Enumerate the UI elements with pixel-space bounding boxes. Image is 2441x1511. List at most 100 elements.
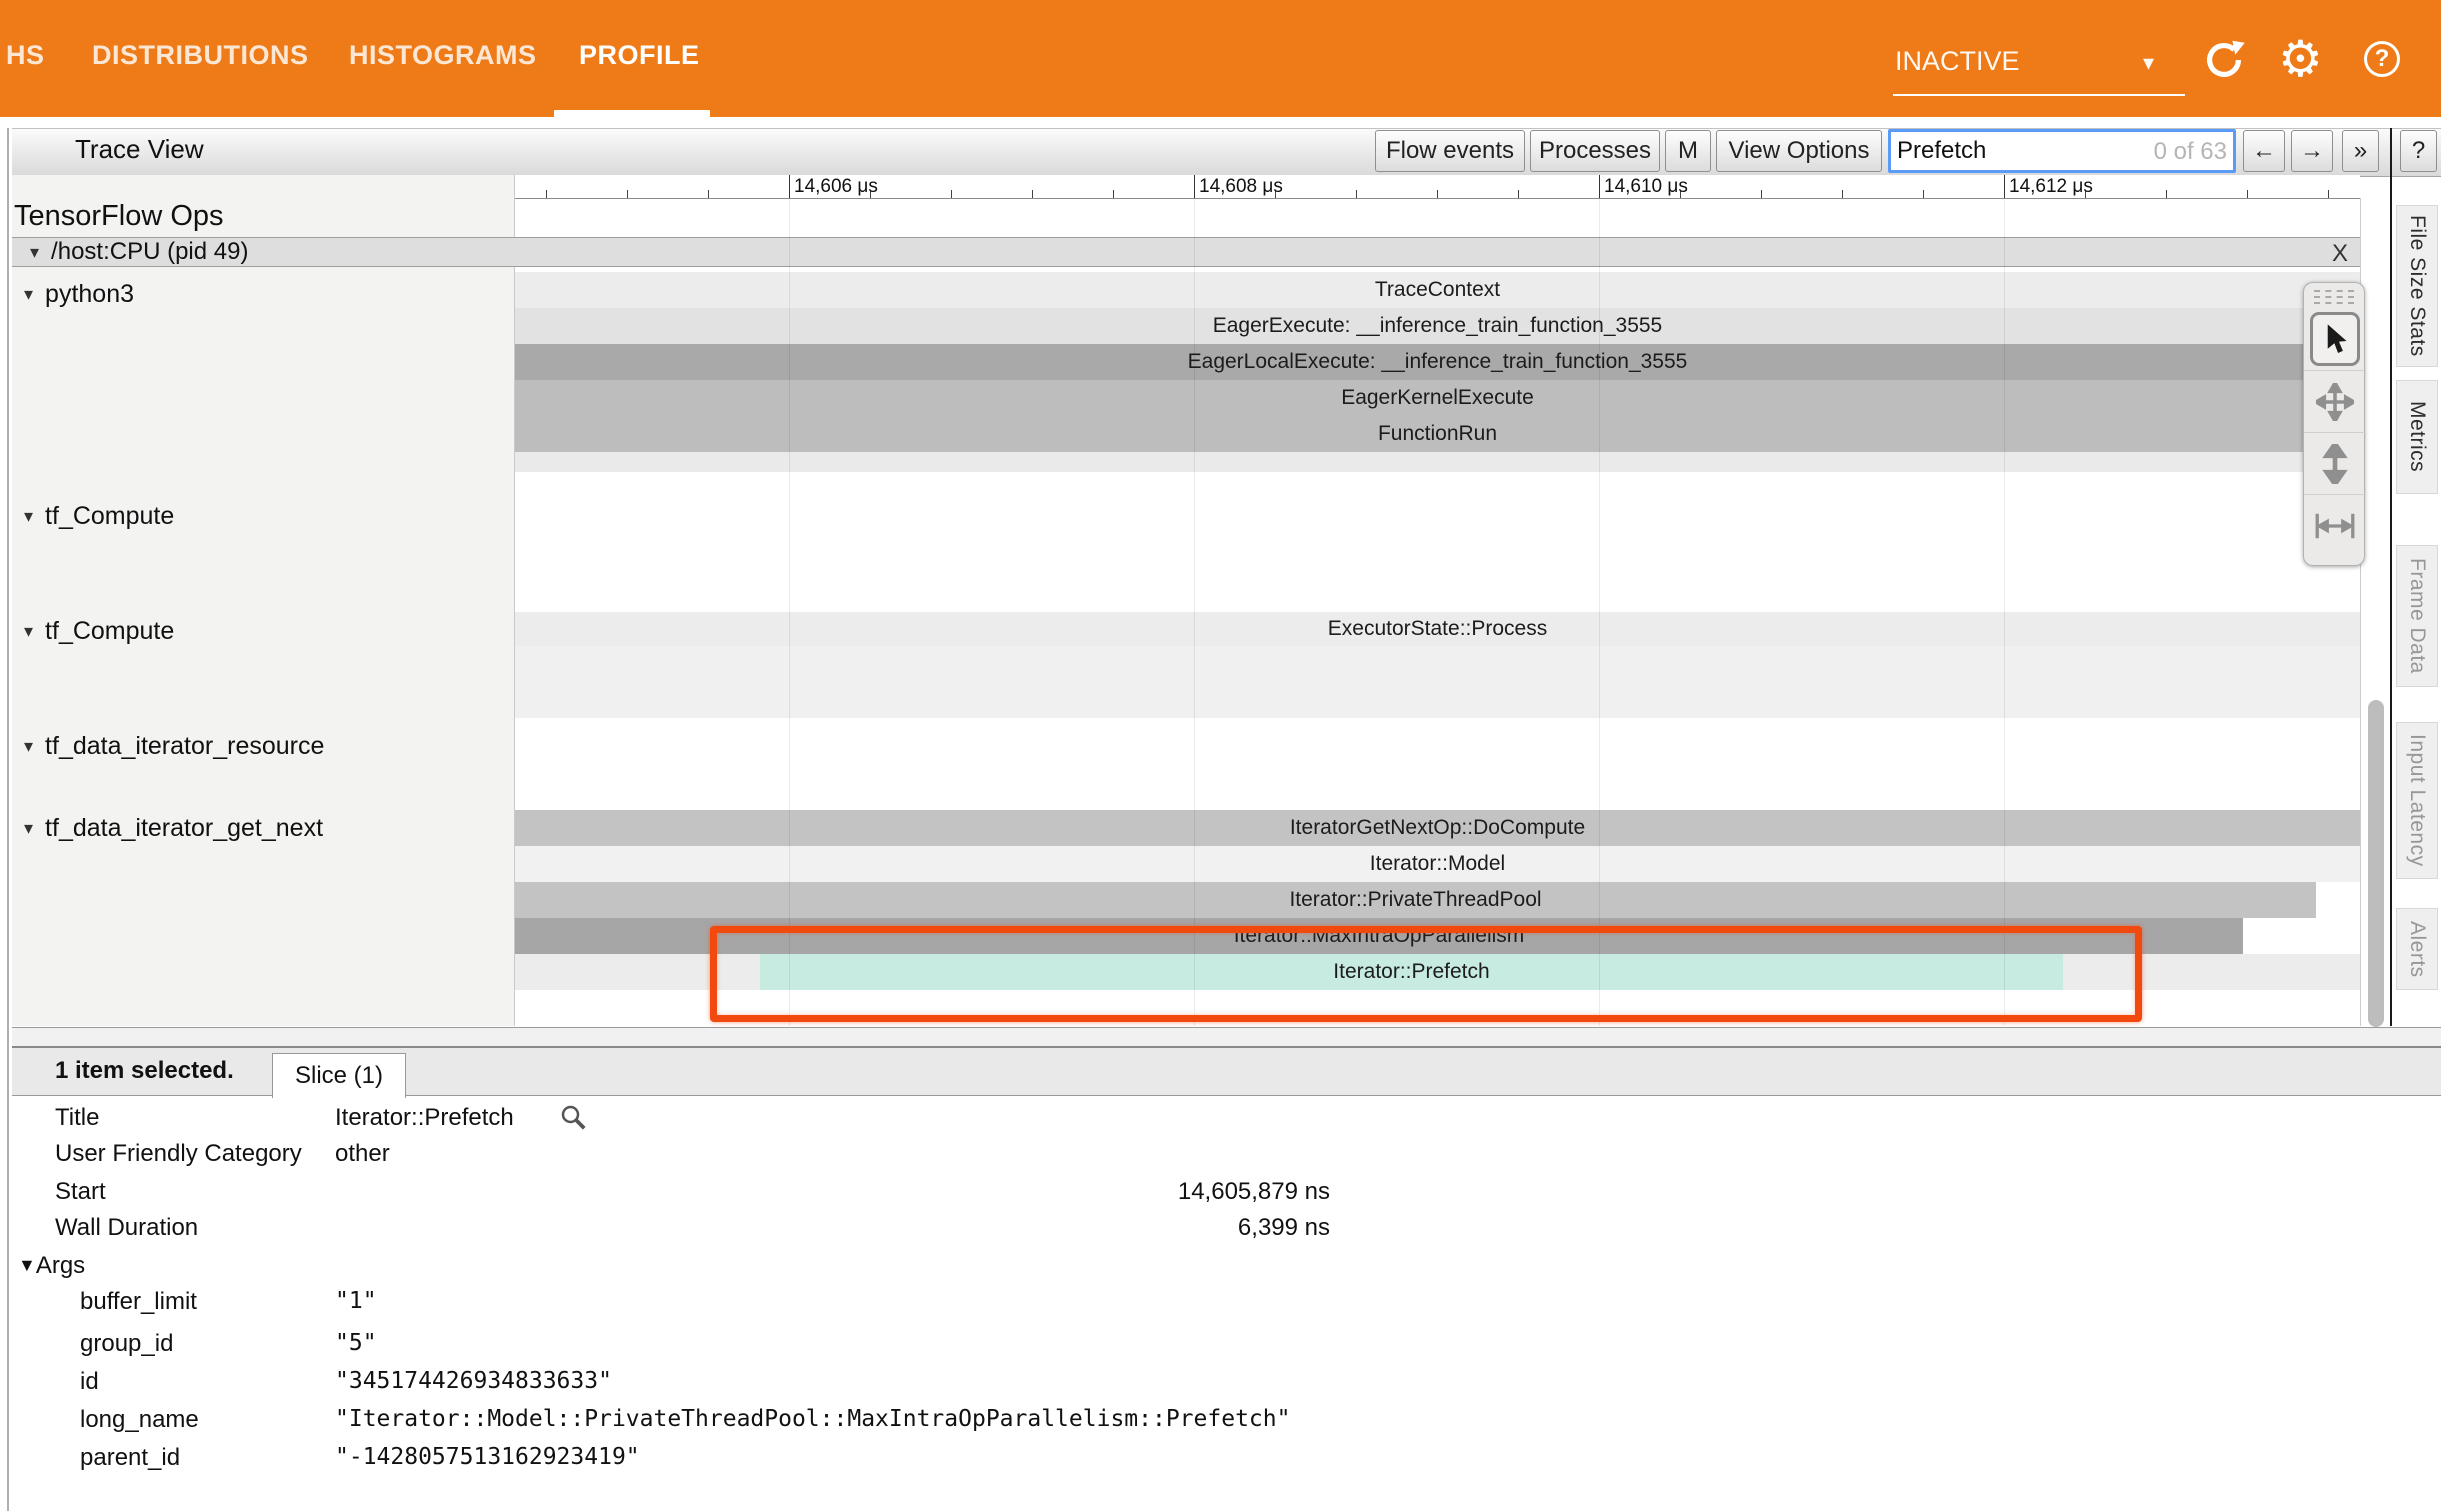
- field-label-start: Start: [55, 1178, 106, 1206]
- arg-key: group_id: [80, 1330, 173, 1358]
- side-tab-metrics[interactable]: Metrics: [2396, 380, 2438, 494]
- zoom-tool-button[interactable]: [2304, 432, 2366, 494]
- caret-down-icon: ▾: [24, 736, 33, 757]
- trace-bar-eagerkernelexecute[interactable]: EagerKernelExecute: [515, 380, 2360, 416]
- arg-value: "5": [335, 1330, 377, 1356]
- trace-help-button[interactable]: ?: [2400, 130, 2437, 172]
- run-status-dropdown[interactable]: INACTIVE ▾: [1893, 38, 2185, 96]
- trace-bar-functionrun[interactable]: FunctionRun: [515, 416, 2360, 452]
- ruler-major-tick: [1599, 175, 1600, 198]
- more-button[interactable]: »: [2342, 130, 2379, 172]
- tab-profile[interactable]: PROFILE: [579, 0, 700, 110]
- ruler-major-tick: [2004, 175, 2005, 198]
- trace-bar-iteratorgetnext[interactable]: IteratorGetNextOp::DoCompute: [515, 810, 2360, 846]
- process-header-row[interactable]: ▾ /host:CPU (pid 49): [12, 237, 2360, 267]
- pan-tool-button[interactable]: [2304, 370, 2366, 432]
- tensorboard-profiler-window: HS DISTRIBUTIONS HISTOGRAMS PROFILE INAC…: [0, 0, 2441, 1511]
- side-tab-alerts[interactable]: Alerts: [2396, 908, 2438, 990]
- marker-button[interactable]: M: [1665, 130, 1711, 172]
- thread-group-python3[interactable]: ▾ python3: [24, 280, 134, 309]
- next-result-button[interactable]: →: [2291, 130, 2333, 172]
- search-result-count: 0 of 63: [2154, 138, 2227, 166]
- pan-icon: [2316, 383, 2354, 421]
- horizontal-scrollbar-track[interactable]: [12, 1027, 2441, 1048]
- gridline: [1599, 198, 1600, 1026]
- arg-key: buffer_limit: [80, 1288, 197, 1316]
- thread-group-tf-compute-2[interactable]: ▾ tf_Compute: [24, 617, 174, 646]
- arg-key: id: [80, 1368, 99, 1396]
- tab-graphs-truncated[interactable]: HS: [6, 0, 45, 110]
- arg-value: "345174426934833633": [335, 1368, 612, 1394]
- trace-row-prefetch: Iterator::Prefetch: [515, 954, 2360, 990]
- refresh-icon[interactable]: [2200, 36, 2248, 89]
- tab-distributions[interactable]: DISTRIBUTIONS: [92, 0, 309, 110]
- section-title: TensorFlow Ops: [14, 200, 224, 233]
- trace-bar-tracecontext[interactable]: TraceContext: [515, 272, 2360, 308]
- trace-bar-privatethreadpool[interactable]: Iterator::PrivateThreadPool: [515, 882, 2316, 918]
- selection-tool-button[interactable]: [2304, 308, 2366, 370]
- caret-down-icon: ▾: [24, 284, 33, 305]
- flow-events-button[interactable]: Flow events: [1375, 130, 1525, 172]
- triangle-down-icon: ▼: [18, 1255, 36, 1275]
- trace-bar-maxintraopparallelism[interactable]: Iterator::MaxIntraOpParallelism: [515, 918, 2243, 954]
- args-section-toggle[interactable]: ▼Args: [18, 1252, 85, 1280]
- selection-summary: 1 item selected.: [55, 1057, 234, 1085]
- caret-down-icon: ▾: [24, 818, 33, 839]
- active-tab-underline: [554, 110, 710, 117]
- thread-group-iterator-get-next[interactable]: ▾ tf_data_iterator_get_next: [24, 814, 323, 843]
- timing-tool-button[interactable]: [2304, 494, 2366, 556]
- arg-value: "1": [335, 1288, 377, 1314]
- field-value-start: 14,605,879 ns: [335, 1178, 1330, 1206]
- gridline: [2004, 198, 2005, 1026]
- gridline: [789, 198, 790, 1026]
- field-label-title: Title: [55, 1104, 99, 1132]
- caret-down-icon: ▾: [30, 242, 39, 263]
- gear-icon[interactable]: ⚙: [2278, 30, 2323, 88]
- side-tab-file-size-stats[interactable]: File Size Stats: [2396, 205, 2438, 367]
- arg-key: long_name: [80, 1406, 199, 1434]
- trace-bar-eagerlocalexecute[interactable]: EagerLocalExecute: __inference_train_fun…: [515, 344, 2360, 380]
- side-tab-frame-data[interactable]: Frame Data: [2396, 545, 2438, 687]
- trace-tool-palette: [2303, 282, 2365, 566]
- caret-down-icon: ▾: [24, 506, 33, 527]
- app-header-bar: HS DISTRIBUTIONS HISTOGRAMS PROFILE INAC…: [0, 0, 2441, 117]
- cursor-arrow-icon: [2310, 312, 2360, 366]
- gridline: [1194, 198, 1195, 1026]
- thread-group-tf-compute-1[interactable]: ▾ tf_Compute: [24, 502, 174, 531]
- prev-result-button[interactable]: ←: [2243, 130, 2285, 172]
- search-box: 0 of 63: [1888, 129, 2236, 173]
- field-label-wall-duration: Wall Duration: [55, 1214, 198, 1242]
- trace-bar-unlabeled[interactable]: [515, 452, 2360, 472]
- ruler-label: 14,612 μs: [2009, 176, 2093, 198]
- palette-grip-handle[interactable]: [2314, 290, 2354, 304]
- vertical-scrollbar-thumb[interactable]: [2368, 700, 2384, 1027]
- search-input[interactable]: [1895, 132, 2149, 170]
- side-panel-divider: [2390, 128, 2392, 1026]
- ruler-major-tick: [789, 175, 790, 198]
- vertical-zoom-icon: [2320, 444, 2350, 484]
- field-label-category: User Friendly Category: [55, 1140, 302, 1168]
- trace-bar-unlabeled[interactable]: [515, 646, 2360, 718]
- close-icon[interactable]: X: [2332, 240, 2348, 268]
- trace-bar-iterator-model[interactable]: Iterator::Model: [515, 846, 2360, 882]
- window-left-edge: [7, 128, 9, 1511]
- tab-slice[interactable]: Slice (1): [272, 1053, 406, 1098]
- tab-histograms[interactable]: HISTOGRAMS: [349, 0, 537, 110]
- trace-bar-eagerexecute[interactable]: EagerExecute: __inference_train_function…: [515, 308, 2360, 344]
- trace-bar-prefetch-selected[interactable]: Iterator::Prefetch: [760, 954, 2063, 990]
- ruler-major-tick: [1194, 175, 1195, 198]
- run-status-value: INACTIVE: [1895, 46, 2020, 77]
- timing-icon: [2315, 511, 2355, 541]
- view-options-button[interactable]: View Options: [1716, 130, 1882, 172]
- arg-key: parent_id: [80, 1444, 180, 1472]
- processes-button[interactable]: Processes: [1530, 130, 1660, 172]
- magnifier-icon[interactable]: [558, 1102, 588, 1137]
- thread-group-iterator-resource[interactable]: ▾ tf_data_iterator_resource: [24, 732, 324, 761]
- side-tab-input-latency[interactable]: Input Latency: [2396, 722, 2438, 879]
- field-value-category: other: [335, 1140, 390, 1168]
- help-icon[interactable]: ?: [2364, 41, 2400, 77]
- arg-value: "-1428057513162923419": [335, 1444, 640, 1470]
- ruler-label: 14,606 μs: [794, 176, 878, 198]
- trace-view-title: Trace View: [75, 134, 204, 165]
- trace-bar-executorstate[interactable]: ExecutorState::Process: [515, 612, 2360, 646]
